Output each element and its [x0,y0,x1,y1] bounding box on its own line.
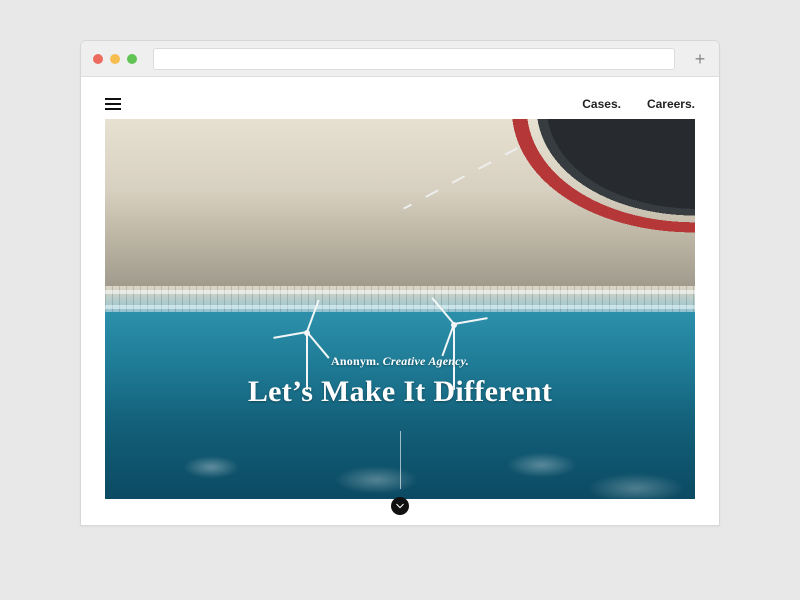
close-window-button[interactable] [93,54,103,64]
browser-chrome: + [81,41,719,77]
browser-window: + Cases. Careers. [80,40,720,526]
hero-tagline: Anonym. Creative Agency. [105,355,695,367]
top-nav: Cases. Careers. [105,95,695,113]
nav-links: Cases. Careers. [582,98,695,110]
hero-divider-line [400,431,401,489]
scroll-down-button[interactable] [391,497,409,515]
chevron-down-icon [396,502,404,510]
maximize-window-button[interactable] [127,54,137,64]
hero-glitch-band [105,286,695,312]
page-content: Cases. Careers. Anon [81,77,719,525]
window-controls [93,54,137,64]
hero-headline: Let’s Make It Different [105,375,695,410]
nav-link-cases[interactable]: Cases. [582,98,621,110]
brand-name: Anonym. [331,354,379,368]
tagline-suffix: Creative Agency. [379,354,469,368]
minimize-window-button[interactable] [110,54,120,64]
menu-icon[interactable] [105,95,121,113]
hero-image: Anonym. Creative Agency. Let’s Make It D… [105,119,695,499]
hero-text: Anonym. Creative Agency. Let’s Make It D… [105,355,695,410]
new-tab-button[interactable]: + [691,50,709,68]
address-bar[interactable] [153,48,675,70]
nav-link-careers[interactable]: Careers. [647,98,695,110]
